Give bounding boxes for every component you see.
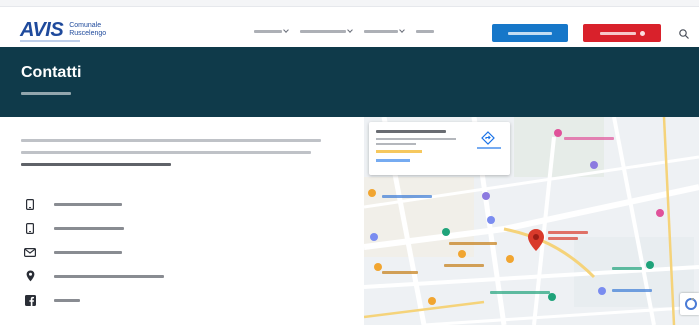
- become-donor-button[interactable]: [583, 24, 661, 42]
- chevron-down-icon: [347, 27, 353, 33]
- intro-line: [21, 139, 321, 142]
- logo-wordmark: AVIS: [20, 19, 64, 41]
- heart-icon: [639, 30, 645, 36]
- nav-item-label: [300, 29, 346, 33]
- map-place-name: [376, 130, 446, 133]
- google-map-embed[interactable]: [364, 117, 699, 325]
- map-place-label: [490, 291, 550, 294]
- contact-value: [54, 274, 164, 278]
- map-pin-label: [548, 231, 588, 234]
- breadcrumb-text: [21, 92, 71, 95]
- nav-item-3[interactable]: [364, 27, 405, 35]
- contact-email[interactable]: [24, 240, 324, 264]
- location-pin-icon: [24, 270, 36, 282]
- map-place-label: [382, 271, 418, 274]
- map-place-label: [382, 195, 432, 198]
- view-larger-map-link[interactable]: [376, 159, 410, 162]
- book-donation-button[interactable]: [492, 24, 568, 42]
- map-place-label: [564, 137, 614, 140]
- contact-phone-secondary[interactable]: [24, 216, 324, 240]
- chevron-down-icon: [283, 27, 289, 33]
- nav-item-label: [364, 29, 398, 33]
- logo-subtitle: Comunale Ruscelengo: [69, 22, 107, 37]
- intro-highlight: [21, 163, 171, 166]
- chevron-down-icon: [399, 27, 405, 33]
- map-pin-label: [548, 237, 578, 240]
- page-title: Contatti: [21, 64, 82, 81]
- page-hero: Contatti: [0, 47, 699, 117]
- map-place-address: [376, 138, 456, 140]
- map-place-label: [612, 289, 652, 292]
- breadcrumb[interactable]: [21, 92, 71, 95]
- site-logo[interactable]: AVIS Comunale Ruscelengo: [20, 20, 129, 40]
- contact-value: [54, 298, 80, 302]
- map-place-label: [449, 242, 497, 245]
- nav-item-1[interactable]: [254, 27, 289, 35]
- directions-icon[interactable]: [481, 131, 495, 145]
- intro-line: [21, 151, 311, 154]
- contact-facebook[interactable]: [24, 288, 324, 312]
- directions-label[interactable]: [477, 147, 501, 149]
- facebook-icon: [24, 294, 36, 306]
- map-place-address-line: [376, 143, 416, 145]
- contact-value: [54, 250, 122, 254]
- recaptcha-badge[interactable]: [680, 293, 699, 315]
- contact-content: [0, 117, 699, 325]
- map-place-label: [444, 264, 484, 267]
- search-icon[interactable]: [678, 27, 690, 39]
- contact-value: [54, 202, 122, 206]
- map-place-label: [612, 267, 642, 270]
- contact-value: [54, 226, 124, 230]
- map-rating-stars: [376, 150, 422, 153]
- nav-item-label: [254, 29, 282, 33]
- intro-paragraph: [21, 139, 341, 175]
- logo-tagline: [20, 40, 80, 42]
- contact-phone-president[interactable]: [24, 192, 324, 216]
- contact-list: [24, 192, 324, 312]
- mobile-phone-icon: [24, 222, 36, 234]
- nav-item-label: [416, 29, 434, 33]
- main-nav: [254, 27, 434, 35]
- nav-item-4[interactable]: [416, 27, 434, 35]
- book-donation-button-label: [508, 31, 552, 35]
- become-donor-button-label: [599, 31, 636, 35]
- contact-address[interactable]: [24, 264, 324, 288]
- site-header: AVIS Comunale Ruscelengo: [0, 7, 699, 47]
- nav-item-2[interactable]: [300, 27, 353, 35]
- mobile-phone-icon: [24, 198, 36, 210]
- mail-icon: [24, 246, 36, 258]
- map-place-card: [369, 122, 510, 175]
- browser-top-strip: [0, 0, 699, 7]
